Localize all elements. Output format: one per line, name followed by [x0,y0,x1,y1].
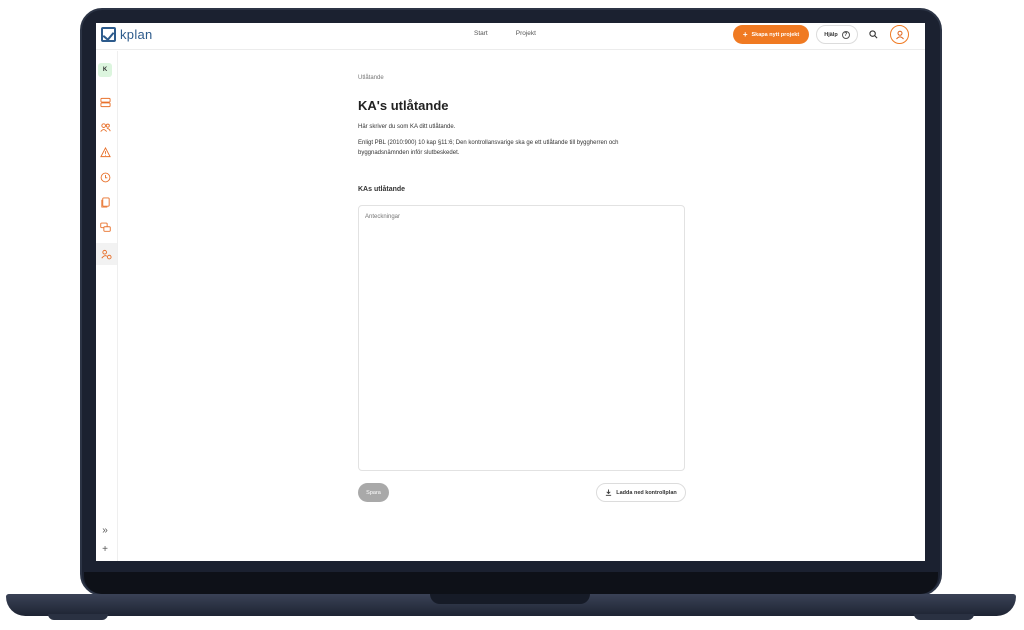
main-nav: Start Projekt [474,30,536,37]
question-icon: ? [841,30,850,39]
new-project-label: Skapa nytt projekt [751,31,800,38]
nav-projekt[interactable]: Projekt [516,30,536,37]
logo[interactable]: kplan [101,27,153,42]
app-screen: kplan Start Projekt + Skapa nytt projekt… [96,23,925,561]
sidebar-item-statement[interactable] [96,243,117,265]
project-avatar[interactable]: K [98,63,112,77]
sidebar: K » + [96,51,118,561]
laptop-foot-left [48,614,108,620]
law-text: Enligt PBL (2010:900) 10 kap §11:6; Den … [358,140,619,156]
intro-text: Här skriver du som KA ditt utlåtande. [358,124,456,130]
search-button[interactable] [864,25,883,44]
laptop-notch [430,594,590,604]
sidebar-item-layers[interactable] [98,95,112,109]
search-icon [869,30,878,39]
nav-start[interactable]: Start [474,30,488,37]
double-chevron-icon: » [102,524,108,536]
breadcrumb: Utlåtande [358,75,384,81]
user-menu-button[interactable] [890,25,909,44]
layers-icon [99,97,111,107]
save-button[interactable]: Spara [358,483,389,502]
add-button[interactable]: + [98,542,112,556]
help-label: Hjälp [824,31,838,38]
sidebar-item-chat[interactable] [98,220,112,234]
plus-icon: + [102,543,108,555]
chat-icon [99,222,111,232]
page-title: KA's utlåtande [358,98,449,113]
clock-icon [100,172,110,182]
download-plan-button[interactable]: Ladda ned kontrollplan [596,483,686,502]
help-button[interactable]: Hjälp ? [816,25,858,44]
warning-icon [99,146,111,157]
expand-sidebar-button[interactable]: » [98,523,112,537]
person-settings-icon [101,249,112,259]
sidebar-item-history[interactable] [98,170,112,184]
sidebar-item-documents[interactable] [98,195,112,209]
sidebar-item-warnings[interactable] [98,145,112,159]
users-icon [99,122,111,132]
download-label: Ladda ned kontrollplan [616,489,677,496]
documents-icon [100,196,110,208]
laptop-chin [84,572,938,594]
notes-textarea[interactable] [358,205,685,471]
statement-label: KAs utlåtande [358,186,406,193]
logo-check-icon [101,27,116,42]
user-icon [895,30,904,39]
download-icon [606,489,612,496]
top-bar: kplan Start Projekt + Skapa nytt projekt… [96,23,925,50]
laptop-frame: kplan Start Projekt + Skapa nytt projekt… [0,0,1024,630]
plus-icon: + [742,30,748,39]
new-project-button[interactable]: + Skapa nytt projekt [733,25,809,44]
logo-text: kplan [120,27,153,42]
laptop-foot-right [914,614,974,620]
sidebar-item-users[interactable] [98,120,112,134]
